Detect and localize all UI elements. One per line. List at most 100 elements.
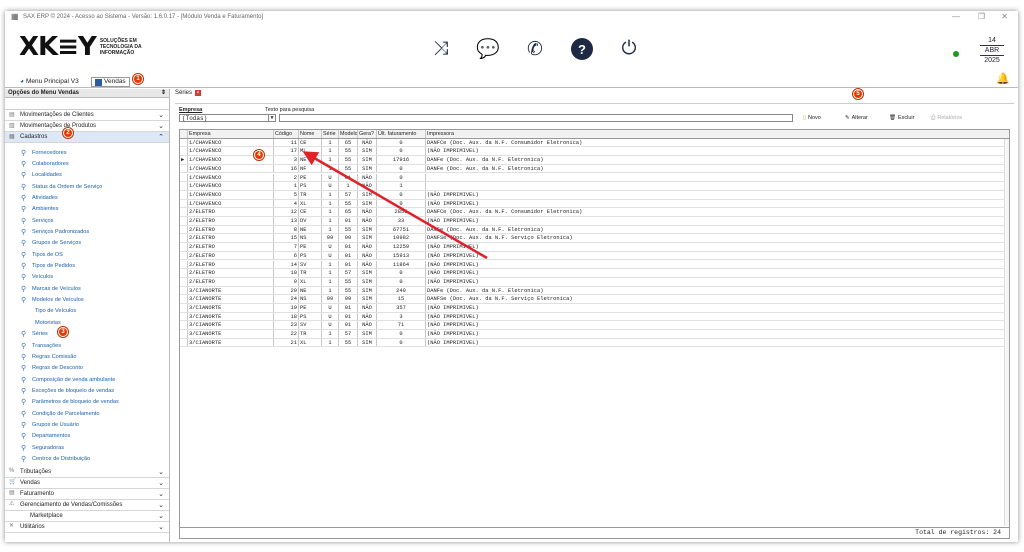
sidebar-item[interactable]: ⚲ Tipos de Pedidos [5, 260, 169, 271]
sidebar-item[interactable]: ⚲ Atividades [5, 192, 169, 203]
table-row[interactable]: 2/ELETRO 12 CE 1 65 NÃO 2855 DANFCe (Doc. Aux. … [180, 208, 1009, 217]
sidebar-bottom-groups: % Tributações ⌄ 🛒 Vendas ⌄ ▤ Faturamento ⌄ ⚠ Geren… [5, 467, 169, 533]
sidebar-item[interactable]: ⚲ Modelos de Veículos [5, 294, 169, 305]
sidebar-item[interactable]: ⚲ Fornecedores [5, 147, 169, 158]
table-row[interactable]: ▶ 1/CHAVENCO 3 NE 1 55 SIM 17916 DANFe (Doc. Aux… [180, 156, 1009, 165]
sidebar-item[interactable]: ⚲ Composição de venda ambulante [5, 374, 169, 385]
sidebar-item[interactable]: ⚲ Regras de Desconto [5, 363, 169, 374]
column-header[interactable]: Últ. faturamento [377, 130, 426, 138]
sidebar-item[interactable]: ⚲ Transações [5, 340, 169, 351]
help-icon[interactable]: ? [571, 38, 593, 60]
table-row[interactable]: 2/ELETRO 15 NS 99 99 SIM 10982 DANFSe (Doc. Aux… [180, 234, 1009, 244]
column-header[interactable]: Gera? [358, 130, 377, 138]
column-header[interactable]: Impressora [426, 130, 826, 138]
table-cell: 01 [339, 251, 358, 260]
table-row[interactable]: 1/CHAVENCO 11 CE 1 65 NÃO 0 DANFCe (Doc. Aux. d… [180, 138, 1009, 148]
sidebar-title: Opções do Menu Vendas [8, 90, 80, 96]
minimize-icon[interactable]: — [952, 12, 960, 21]
table-row[interactable]: 1/CHAVENCO 5 TR 1 57 SIM 0 (NÃO IMPRIMIVEL) [180, 190, 1009, 200]
table-row[interactable]: 1/CHAVENCO 4 XL 1 55 SIM 0 (NÃO IMPRIMIVEL) [180, 199, 1009, 209]
sidebar-item[interactable]: ⚲ Serviços [5, 215, 169, 226]
table-cell: SIM [358, 277, 377, 286]
power-icon[interactable]: ⏻ [618, 38, 640, 60]
sidebar-item[interactable]: ⚲ Localidades [5, 170, 169, 181]
novo-button[interactable]: ▯ Novo [803, 114, 821, 122]
sidebar-item[interactable]: ⚲ Veículos [5, 272, 169, 283]
close-tab-icon[interactable]: × [195, 90, 202, 96]
sidebar-group[interactable]: ▤ Faturamento ⌄ [5, 489, 169, 500]
vertical-scrollbar[interactable] [1004, 139, 1009, 526]
table-row[interactable]: 1/CHAVENCO 16 NF 1 55 SIM 0 DANFe (Doc. Aux. da… [180, 164, 1009, 174]
column-header[interactable]: Modelo [339, 130, 358, 138]
table-row[interactable]: 3/CIANORTE 22 TR 1 57 SIM 0 (NÃO IMPRIMIVEL) [180, 330, 1009, 339]
sidebar-item[interactable]: ⚲ Grupos de Usuário [5, 419, 169, 430]
sidebar-group[interactable]: ✕ Utilitários ⌄ [5, 522, 169, 533]
table-row[interactable]: 2/ELETRO 7 PE U 01 NÃO 12259 (NÃO IMPRIMIVEL) [180, 243, 1009, 252]
sidebar-search[interactable] [5, 101, 169, 110]
table-row[interactable]: 2/ELETRO 10 TR 1 57 SIM 0 (NÃO IMPRIMIVEL) [180, 269, 1009, 278]
sidebar-item[interactable]: ⚲ Marcas de Veículos [5, 283, 169, 294]
table-row[interactable]: 3/CIANORTE 19 PE U 01 NÃO 357 (NÃO IMPRIMIVEL) [180, 304, 1009, 313]
tab-vendas[interactable]: Vendas [91, 77, 130, 87]
sidebar-item[interactable]: ⚲ Grupos de Serviços [5, 238, 169, 249]
table-row[interactable]: 2/ELETRO 8 NE 1 55 SIM 67751 DANFe (Doc. Aux. d… [180, 225, 1009, 235]
table-cell: 3 [274, 156, 299, 164]
table-row[interactable]: 1/CHAVENCO 17 ML 1 55 SIM 0 (NÃO IMPRIMIVEL) [180, 147, 1009, 157]
sidebar-item[interactable]: ⚲ Seguradoras [5, 442, 169, 453]
chat-icon[interactable]: 💬 [476, 38, 500, 60]
row-indicator [180, 182, 188, 190]
sidebar-item[interactable]: ⚲ Exceções de bloqueio de vendas [5, 385, 169, 396]
sidebar-group[interactable]: ⚠ Gerenciamento de Vendas/Comissões ⌄ [5, 500, 169, 511]
tab-series[interactable]: Séries × [175, 90, 202, 96]
table-cell: 1 [322, 199, 339, 208]
column-header[interactable]: Código [274, 130, 299, 138]
sidebar-item[interactable]: ⚲ Centros de Distribuição [5, 453, 169, 464]
table-row[interactable]: 2/ELETRO 9 XL 1 55 SIM 0 (NÃO IMPRIMIVEL) [180, 277, 1009, 287]
notification-bell-icon[interactable]: 🔔 [996, 72, 1010, 85]
whatsapp-icon[interactable]: ✆ [524, 38, 546, 60]
empresa-select[interactable]: (Todas) ▼ [179, 114, 276, 122]
table-row[interactable]: 1/CHAVENCO 1 PS U 1 NÃO 1 [180, 182, 1009, 191]
sidebar-group[interactable]: % Tributações ⌄ [5, 467, 169, 478]
sidebar-item[interactable]: ⚲ Departamentos [5, 431, 169, 442]
sidebar-item[interactable]: ⚲ Serviços Padronizados [5, 226, 169, 237]
pin-icon[interactable]: ⇕ [161, 89, 166, 98]
search-input[interactable] [279, 114, 793, 122]
excluir-button[interactable]: 🗑 Excluir [889, 114, 915, 122]
column-header[interactable]: Série [322, 130, 339, 138]
sidebar-item[interactable]: ⚲ Tipos de OS [5, 249, 169, 260]
table-row[interactable]: 3/CIANORTE 23 SV U 01 NÃO 71 (NÃO IMPRIMIVEL) [180, 321, 1009, 331]
sidebar-item[interactable]: Motoristas [5, 317, 169, 328]
alterar-button[interactable]: ✎ Alterar [845, 114, 868, 122]
sidebar-item[interactable]: ⚲ Regras Comissão [5, 351, 169, 362]
sidebar-group[interactable]: 🛒 Vendas ⌄ [5, 478, 169, 489]
sidebar-item[interactable]: ⚲ Ambientes [5, 204, 169, 215]
table-row[interactable]: 3/CIANORTE 21 XL 1 55 SIM 0 (NÃO IMPRIMIVEL) [180, 338, 1009, 348]
shuffle-icon[interactable]: ⤨ [430, 38, 452, 60]
sidebar-item[interactable]: ⚲ Colaboradores [5, 158, 169, 169]
table-row[interactable]: 3/CIANORTE 20 NE 1 55 SIM 249 DANFe (Doc. Aux. … [180, 286, 1009, 296]
sidebar-group-clientes[interactable]: ▤ Movimentações de Clientes ⌄ [5, 110, 169, 121]
total-records: Total de registros: 24 [915, 529, 1001, 536]
table-row[interactable]: 1/CHAVENCO 2 PE U 01 NÃO 0 [180, 173, 1009, 183]
table-row[interactable]: 2/ELETRO 13 DV 1 01 NÃO 33 (NÃO IMPRIMIVEL) [180, 217, 1009, 226]
column-header[interactable]: Empresa [188, 130, 274, 138]
chevron-down-icon[interactable]: ▼ [268, 115, 275, 121]
sidebar-item[interactable]: Tipo de Veículos [5, 306, 169, 317]
relatorios-button[interactable]: ⎙ Relatórios [931, 114, 962, 122]
table-row[interactable]: 2/ELETRO 14 SV 1 01 NÃO 11864 (NÃO IMPRIMIVEL) [180, 260, 1009, 270]
table-row[interactable]: 3/CIANORTE 24 NS 99 99 SIM 15 DANFSe (Doc. Aux.… [180, 295, 1009, 304]
sidebar-group-cadastros[interactable]: ▦ Cadastros ⌃ [5, 132, 169, 143]
sidebar-item[interactable]: ⚲ Parâmetros de bloqueio de vendas [5, 397, 169, 408]
restore-icon[interactable]: ❐ [978, 12, 985, 21]
tab-menu-principal[interactable]: ◕ Menu Principal V3 [17, 77, 82, 87]
sidebar-item[interactable]: ⚲ Condição de Parcelamento [5, 408, 169, 419]
sidebar-group[interactable]: Marketplace ⌄ [5, 511, 169, 522]
sidebar-group-produtos[interactable]: ▥ Movimentações de Produtos ⌄ [5, 121, 169, 132]
table-row[interactable]: 2/ELETRO 6 PS U 01 NÃO 15913 (NÃO IMPRIMIVEL) [180, 251, 1009, 261]
sidebar-item[interactable]: ⚲ Status da Ordem de Serviço [5, 181, 169, 192]
sidebar-item[interactable]: ⚲ Séries [5, 329, 169, 340]
table-row[interactable]: 3/CIANORTE 18 PS U 01 NÃO 3 (NÃO IMPRIMIVEL) [180, 312, 1009, 322]
column-header[interactable]: Nome [299, 130, 322, 138]
close-icon[interactable]: ✕ [1001, 12, 1008, 21]
